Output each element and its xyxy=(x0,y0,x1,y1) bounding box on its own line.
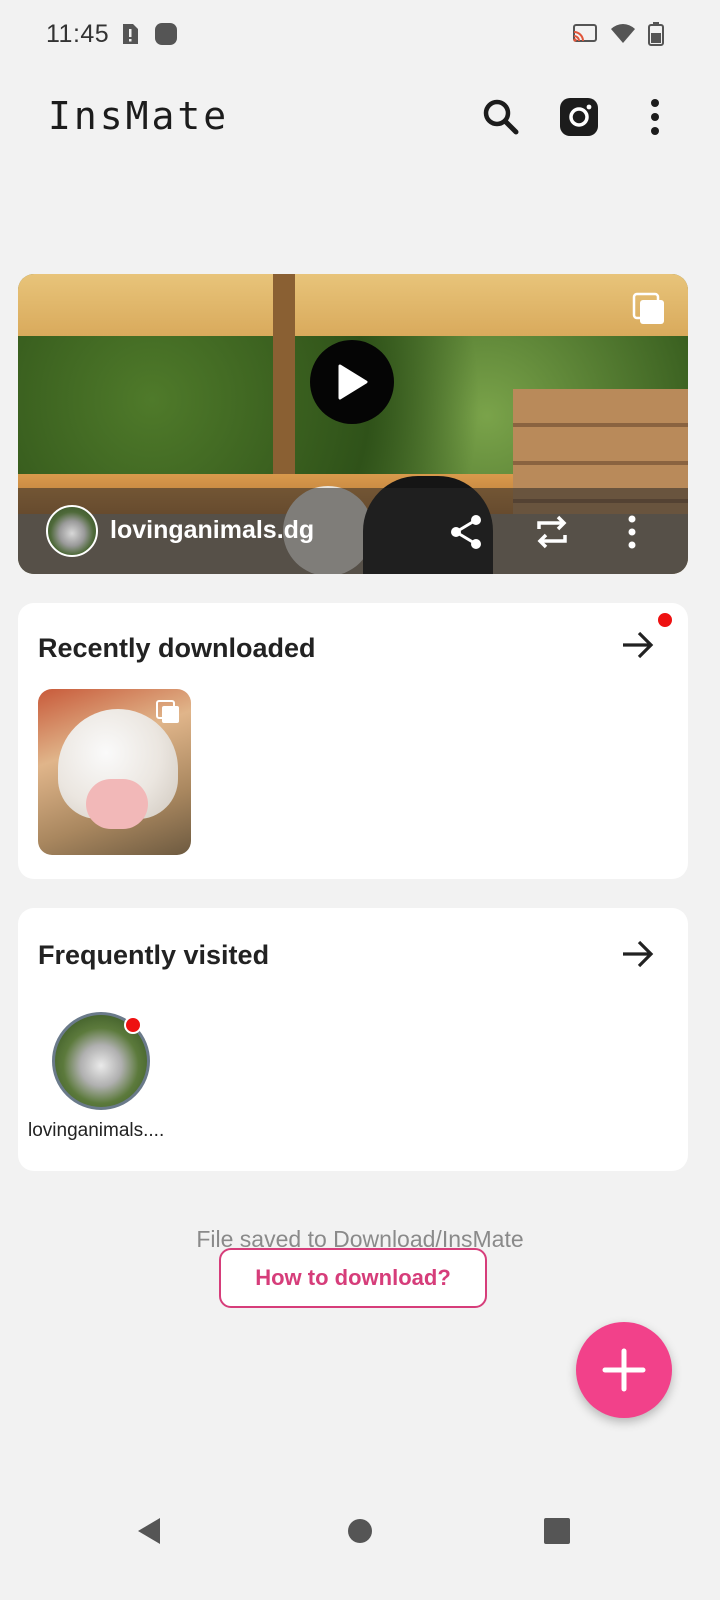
recently-downloaded-see-all-button[interactable] xyxy=(618,625,658,665)
nav-recents-button[interactable] xyxy=(534,1508,580,1554)
status-left-icons xyxy=(120,22,178,51)
featured-video-card[interactable]: lovinganimals.dg xyxy=(18,274,688,574)
arrow-right-icon xyxy=(623,940,654,968)
video-more-button[interactable] xyxy=(610,510,654,554)
cast-icon xyxy=(572,23,598,50)
sim-alert-icon xyxy=(120,22,140,51)
instagram-button[interactable] xyxy=(554,92,604,142)
plus-icon xyxy=(602,1348,646,1392)
visited-account-label[interactable]: lovinganimals.... xyxy=(28,1120,164,1142)
app-title: InsMate xyxy=(48,94,230,138)
recently-downloaded-title: Recently downloaded xyxy=(38,633,316,663)
status-bar: 11:45 xyxy=(0,0,720,72)
add-button[interactable] xyxy=(576,1322,672,1418)
multiple-media-icon xyxy=(632,292,666,331)
repost-icon xyxy=(537,515,567,549)
notification-dot-icon xyxy=(154,22,178,51)
instagram-icon xyxy=(560,98,598,136)
more-options-button[interactable] xyxy=(630,92,680,142)
home-icon xyxy=(348,1519,372,1543)
status-right-icons xyxy=(572,22,664,51)
back-icon xyxy=(138,1518,160,1544)
search-button[interactable] xyxy=(476,92,526,142)
new-indicator-dot xyxy=(656,611,674,629)
status-time: 11:45 xyxy=(46,20,110,48)
share-icon xyxy=(451,515,481,549)
battery-icon xyxy=(648,22,664,51)
nav-back-button[interactable] xyxy=(126,1508,172,1554)
recents-icon xyxy=(544,1518,570,1544)
frequently-visited-card: Frequently visited lovinganimals.... xyxy=(18,908,688,1171)
multiple-media-icon xyxy=(155,699,181,730)
frequently-visited-see-all-button[interactable] xyxy=(618,934,658,974)
more-vertical-icon xyxy=(651,99,659,135)
play-button[interactable] xyxy=(310,340,394,424)
wifi-icon xyxy=(610,23,636,50)
user-avatar[interactable] xyxy=(46,505,98,557)
play-icon xyxy=(338,364,368,400)
new-indicator-dot xyxy=(124,1016,142,1034)
recently-downloaded-card: Recently downloaded xyxy=(18,603,688,879)
nav-home-button[interactable] xyxy=(337,1508,383,1554)
share-button[interactable] xyxy=(444,510,488,554)
system-nav-bar xyxy=(0,1490,720,1570)
frequently-visited-title: Frequently visited xyxy=(38,940,270,970)
how-to-download-button[interactable]: How to download? xyxy=(219,1248,487,1308)
more-vertical-icon xyxy=(628,515,636,549)
arrow-right-icon xyxy=(623,631,654,659)
repost-button[interactable] xyxy=(530,510,574,554)
downloaded-item-thumbnail[interactable] xyxy=(38,689,191,855)
search-icon xyxy=(483,99,519,135)
video-username[interactable]: lovinganimals.dg xyxy=(110,516,314,545)
